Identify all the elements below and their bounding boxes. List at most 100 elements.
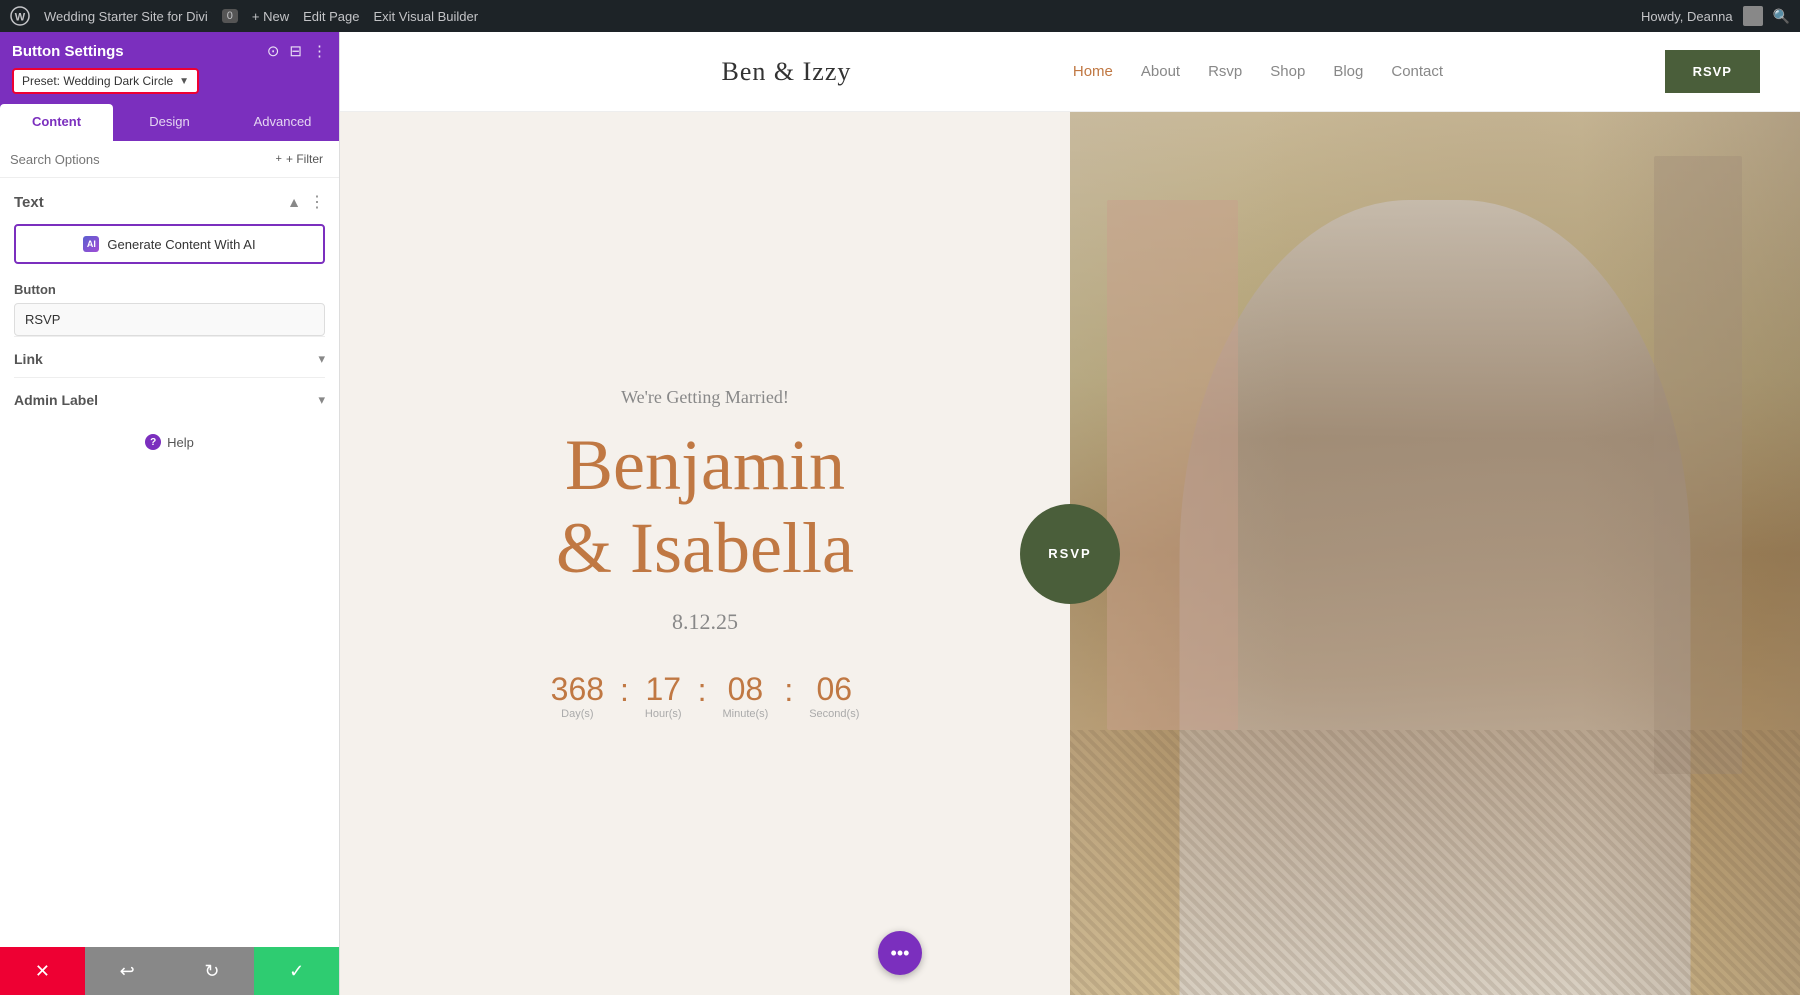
bottom-bar: ✕ ↩ ↻ ✓ bbox=[0, 947, 339, 995]
link-section-header[interactable]: Link ▾ bbox=[14, 351, 325, 367]
columns-icon[interactable]: ⊟ bbox=[289, 42, 302, 60]
tab-content[interactable]: Content bbox=[0, 104, 113, 141]
filter-label: + Filter bbox=[286, 152, 323, 166]
new-post-link[interactable]: + New bbox=[252, 9, 289, 24]
hero-name-line1: Benjamin bbox=[556, 424, 854, 507]
hero-names: Benjamin & Isabella bbox=[556, 424, 854, 590]
minutes-label: Minute(s) bbox=[722, 708, 768, 720]
tab-design[interactable]: Design bbox=[113, 104, 226, 141]
site-nav: Ben & Izzy Home About Rsvp Shop Blog Con… bbox=[340, 32, 1800, 112]
button-text-input[interactable] bbox=[14, 303, 325, 336]
countdown: 368 Day(s) : 17 Hour(s) : 08 Minute(s) : bbox=[551, 671, 860, 720]
rsvp-circle-button[interactable]: RSVP bbox=[1020, 504, 1120, 604]
ai-generate-button[interactable]: AI Generate Content With AI bbox=[14, 224, 325, 264]
svg-text:W: W bbox=[15, 12, 26, 24]
wp-logo-icon[interactable]: W bbox=[10, 6, 30, 26]
panel-header-top: Button Settings ⊙ ⊟ ⋮ bbox=[12, 42, 327, 60]
more-text-icon[interactable]: ⋮ bbox=[309, 192, 325, 212]
minutes-value: 08 bbox=[722, 671, 768, 708]
nav-about[interactable]: About bbox=[1141, 63, 1180, 80]
panel-content: Text ▲ ⋮ AI Generate Content With AI But… bbox=[0, 178, 339, 947]
preview-area: Ben & Izzy Home About Rsvp Shop Blog Con… bbox=[340, 32, 1800, 995]
save-button[interactable]: ✓ bbox=[254, 947, 339, 995]
hero-left: We're Getting Married! Benjamin & Isabel… bbox=[340, 112, 1070, 995]
preset-arrow-icon: ▼ bbox=[179, 76, 189, 87]
admin-avatar[interactable] bbox=[1743, 6, 1763, 26]
cancel-button[interactable]: ✕ bbox=[0, 947, 85, 995]
nav-contact[interactable]: Contact bbox=[1391, 63, 1443, 80]
nav-shop[interactable]: Shop bbox=[1270, 63, 1305, 80]
link-chevron-icon: ▾ bbox=[318, 351, 325, 367]
countdown-minutes: 08 Minute(s) bbox=[722, 671, 768, 720]
panel-header: Button Settings ⊙ ⊟ ⋮ Preset: Wedding Da… bbox=[0, 32, 339, 104]
seconds-value: 06 bbox=[809, 671, 859, 708]
hero-date: 8.12.25 bbox=[672, 609, 738, 635]
countdown-days: 368 Day(s) bbox=[551, 671, 604, 720]
left-panel: Button Settings ⊙ ⊟ ⋮ Preset: Wedding Da… bbox=[0, 32, 340, 995]
help-section[interactable]: ? Help bbox=[14, 418, 325, 466]
link-section-title: Link bbox=[14, 351, 43, 367]
site-menu: Home About Rsvp Shop Blog Contact bbox=[1073, 63, 1443, 80]
site-name-link[interactable]: Wedding Starter Site for Divi bbox=[44, 9, 208, 24]
undo-button[interactable]: ↩ bbox=[85, 947, 170, 995]
search-bar: + + Filter bbox=[0, 141, 339, 178]
hours-label: Hour(s) bbox=[645, 708, 682, 720]
countdown-seconds: 06 Second(s) bbox=[809, 671, 859, 720]
main-layout: Button Settings ⊙ ⊟ ⋮ Preset: Wedding Da… bbox=[0, 32, 1800, 995]
exit-builder-link[interactable]: Exit Visual Builder bbox=[374, 9, 479, 24]
nav-home[interactable]: Home bbox=[1073, 63, 1113, 80]
edit-page-link[interactable]: Edit Page bbox=[303, 9, 359, 24]
focus-icon[interactable]: ⊙ bbox=[267, 42, 280, 60]
link-section: Link ▾ bbox=[14, 336, 325, 377]
comments-count[interactable]: 0 bbox=[222, 9, 238, 23]
seconds-label: Second(s) bbox=[809, 708, 859, 720]
admin-bar-left: W Wedding Starter Site for Divi 0 + New … bbox=[10, 6, 1625, 26]
preset-selector[interactable]: Preset: Wedding Dark Circle ▼ bbox=[12, 68, 199, 94]
fab-container: ••• bbox=[878, 931, 922, 975]
site-title: Ben & Izzy bbox=[722, 57, 852, 87]
admin-label-title: Admin Label bbox=[14, 392, 98, 408]
hours-value: 17 bbox=[645, 671, 682, 708]
panel-tabs: Content Design Advanced bbox=[0, 104, 339, 141]
nav-blog[interactable]: Blog bbox=[1333, 63, 1363, 80]
preset-label-text: Preset: Wedding Dark Circle bbox=[22, 74, 173, 88]
admin-bar-right: Howdy, Deanna 🔍 bbox=[1641, 6, 1790, 26]
more-options-icon[interactable]: ⋮ bbox=[312, 42, 327, 60]
rsvp-nav-button[interactable]: RSVP bbox=[1665, 50, 1760, 93]
collapse-text-icon[interactable]: ▲ bbox=[287, 194, 301, 210]
admin-label-header[interactable]: Admin Label ▾ bbox=[14, 392, 325, 408]
redo-button[interactable]: ↻ bbox=[170, 947, 255, 995]
panel-title: Button Settings bbox=[12, 43, 124, 60]
hero-name-line2: & Isabella bbox=[556, 507, 854, 590]
filter-button[interactable]: + + Filter bbox=[270, 149, 329, 169]
panel-header-icons: ⊙ ⊟ ⋮ bbox=[267, 42, 327, 60]
section-controls: ▲ ⋮ bbox=[287, 192, 325, 212]
countdown-sep-2: : bbox=[698, 671, 707, 709]
text-section-header: Text ▲ ⋮ bbox=[14, 192, 325, 212]
hero-subtitle: We're Getting Married! bbox=[621, 387, 789, 408]
howdy-text: Howdy, Deanna bbox=[1641, 9, 1733, 24]
button-field-label: Button bbox=[14, 282, 325, 297]
search-input[interactable] bbox=[10, 152, 264, 167]
fab-button[interactable]: ••• bbox=[878, 931, 922, 975]
hero-section: We're Getting Married! Benjamin & Isabel… bbox=[340, 112, 1800, 995]
hero-image bbox=[1070, 112, 1800, 995]
ai-generate-label: Generate Content With AI bbox=[107, 237, 255, 252]
help-label: Help bbox=[167, 435, 194, 450]
admin-label-chevron-icon: ▾ bbox=[318, 392, 325, 408]
tab-advanced[interactable]: Advanced bbox=[226, 104, 339, 141]
countdown-hours: 17 Hour(s) bbox=[645, 671, 682, 720]
text-section-title: Text bbox=[14, 194, 44, 211]
wp-search-icon[interactable]: 🔍 bbox=[1773, 8, 1790, 25]
wp-admin-bar: W Wedding Starter Site for Divi 0 + New … bbox=[0, 0, 1800, 32]
days-label: Day(s) bbox=[551, 708, 604, 720]
countdown-sep-1: : bbox=[620, 671, 629, 709]
help-icon: ? bbox=[145, 434, 161, 450]
hero-image-background bbox=[1070, 112, 1800, 995]
days-value: 368 bbox=[551, 671, 604, 708]
nav-rsvp[interactable]: Rsvp bbox=[1208, 63, 1242, 80]
ai-icon: AI bbox=[83, 236, 99, 252]
admin-label-section: Admin Label ▾ bbox=[14, 377, 325, 418]
countdown-sep-3: : bbox=[784, 671, 793, 709]
filter-icon: + bbox=[276, 153, 282, 165]
